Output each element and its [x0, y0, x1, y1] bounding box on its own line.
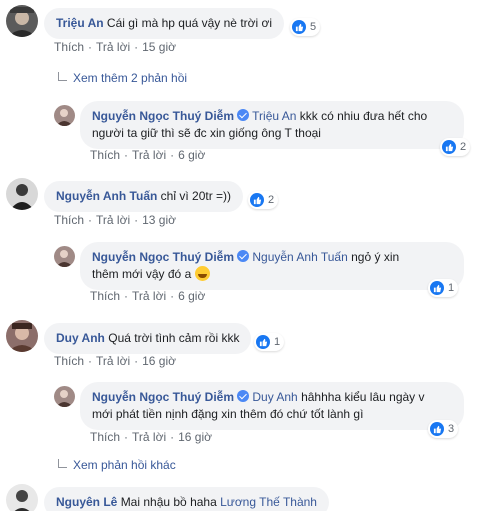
like-count: 3: [448, 423, 455, 435]
comment-actions: Thích · Trả lời · 13 giờ: [54, 213, 176, 227]
verified-badge-icon: [237, 250, 250, 262]
mention-link[interactable]: Duy Anh: [252, 390, 297, 404]
separator: ·: [134, 354, 139, 368]
comment-author[interactable]: Nguyễn Ngọc Thuý Diễm: [92, 109, 234, 123]
comment-text: thêm mới vậy đó a: [92, 267, 192, 281]
comment-bubble: Nguyễn Anh Tuấn chỉ vì 20tr =)): [44, 181, 244, 212]
avatar[interactable]: [6, 178, 38, 210]
comment-actions: Thích · Trả lời · 6 giờ: [90, 148, 205, 162]
mention-link[interactable]: Lương Thế Thành: [220, 495, 317, 509]
reaction-count[interactable]: 1: [254, 333, 285, 351]
avatar[interactable]: [6, 484, 38, 511]
thumbs-up-icon: [256, 335, 270, 349]
thumbs-up-icon: [250, 193, 264, 207]
separator: ·: [134, 40, 139, 54]
comment-text: hâhhha kiểu lâu ngày v: [301, 390, 425, 404]
timestamp[interactable]: 16 giờ: [142, 354, 176, 368]
reaction-count[interactable]: 5: [290, 18, 321, 36]
like-button[interactable]: Thích: [90, 289, 120, 303]
separator: ·: [88, 213, 93, 227]
avatar[interactable]: [6, 5, 38, 37]
like-button[interactable]: Thích: [54, 40, 84, 54]
like-count: 2: [460, 141, 467, 153]
avatar[interactable]: [54, 386, 75, 407]
timestamp[interactable]: 15 giờ: [142, 40, 176, 54]
comment-actions: Thích · Trả lời · 15 giờ: [54, 40, 176, 54]
comment-actions: Thích · Trả lời · 16 giờ: [54, 354, 176, 368]
mention-link[interactable]: Triệu An: [252, 109, 296, 123]
view-more-label: Xem phản hồi khác: [73, 458, 176, 472]
like-count: 1: [448, 282, 455, 294]
timestamp[interactable]: 6 giờ: [178, 289, 205, 303]
separator: ·: [124, 430, 129, 444]
like-button[interactable]: Thích: [54, 354, 84, 368]
view-more-replies[interactable]: Xem phản hồi khác: [58, 458, 176, 472]
like-count: 2: [268, 194, 275, 206]
avatar[interactable]: [6, 320, 38, 352]
mention-link[interactable]: Nguyễn Anh Tuấn: [252, 250, 347, 264]
grinning-face-icon: [194, 266, 210, 281]
thumbs-up-icon: [292, 20, 306, 34]
comment-author[interactable]: Nguyễn Ngọc Thuý Diễm: [92, 390, 234, 404]
reaction-count[interactable]: 1: [428, 279, 459, 297]
timestamp[interactable]: 16 giờ: [178, 430, 212, 444]
separator: ·: [88, 354, 93, 368]
comment-text: người ta giữ thì sẽ đc xin giống ông T t…: [92, 126, 321, 140]
thumbs-up-icon: [442, 140, 456, 154]
reply-arrow-icon: [58, 459, 67, 468]
comment-text: Mai nhậu bồ haha: [120, 495, 217, 509]
thumbs-up-icon: [430, 281, 444, 295]
comment-text: Cái gì mà hp quá vậy nè trời ơi: [106, 16, 273, 30]
separator: ·: [124, 289, 129, 303]
comment-text: chỉ vì 20tr =)): [160, 189, 232, 203]
comment-text: kkk có nhiu đưa hết cho: [299, 109, 428, 123]
reply-button[interactable]: Trả lời: [96, 40, 130, 54]
reaction-count[interactable]: 3: [428, 420, 459, 438]
comment-author[interactable]: Nguyễn Anh Tuấn: [56, 189, 157, 203]
comment-text: ngỏ ý xin: [351, 250, 400, 264]
like-button[interactable]: Thích: [54, 213, 84, 227]
comment-author[interactable]: Duy Anh: [56, 331, 105, 345]
reply-button[interactable]: Trả lời: [96, 213, 130, 227]
reply-button[interactable]: Trả lời: [132, 430, 166, 444]
reply-arrow-icon: [58, 72, 67, 81]
reply-bubble: Nguyễn Ngọc Thuý Diễm Duy Anh hâhhha kiể…: [80, 382, 464, 430]
like-button[interactable]: Thích: [90, 430, 120, 444]
reply-button[interactable]: Trả lời: [132, 148, 166, 162]
separator: ·: [88, 40, 93, 54]
avatar[interactable]: [54, 246, 75, 267]
verified-badge-icon: [237, 390, 250, 402]
reaction-count[interactable]: 2: [248, 191, 279, 209]
separator: ·: [124, 148, 129, 162]
like-button[interactable]: Thích: [90, 148, 120, 162]
like-count: 5: [310, 21, 317, 33]
reply-button[interactable]: Trả lời: [96, 354, 130, 368]
comment-bubble: Triệu An Cái gì mà hp quá vậy nè trời ơi: [44, 8, 285, 39]
view-more-replies[interactable]: Xem thêm 2 phản hồi: [58, 71, 187, 85]
comment-actions: Thích · Trả lời · 16 giờ: [90, 430, 212, 444]
separator: ·: [170, 148, 175, 162]
reply-button[interactable]: Trả lời: [132, 289, 166, 303]
comment-author[interactable]: Nguyên Lê: [56, 495, 117, 509]
comment-actions: Thích · Trả lời · 6 giờ: [90, 289, 205, 303]
thumbs-up-icon: [430, 422, 444, 436]
reply-bubble: Nguyễn Ngọc Thuý Diễm Triệu An kkk có nh…: [80, 101, 464, 149]
comment-bubble: Duy Anh Quá trời tình cảm rồi kkk: [44, 323, 252, 354]
comment-bubble: Nguyên Lê Mai nhậu bồ haha Lương Thế Thà…: [44, 487, 329, 511]
timestamp[interactable]: 6 giờ: [178, 148, 205, 162]
reply-bubble: Nguyễn Ngọc Thuý Diễm Nguyễn Anh Tuấn ng…: [80, 242, 464, 290]
timestamp[interactable]: 13 giờ: [142, 213, 176, 227]
avatar[interactable]: [54, 105, 75, 126]
comment-text: mới phát tiền nịnh đặng xin thêm đó chứ …: [92, 407, 364, 421]
separator: ·: [134, 213, 139, 227]
comment-text: Quá trời tình cảm rồi kkk: [108, 331, 240, 345]
verified-badge-icon: [237, 109, 250, 121]
view-more-label: Xem thêm 2 phản hồi: [73, 71, 188, 85]
like-count: 1: [274, 336, 281, 348]
separator: ·: [170, 289, 175, 303]
separator: ·: [170, 430, 175, 444]
comment-author[interactable]: Nguyễn Ngọc Thuý Diễm: [92, 250, 234, 264]
comment-author[interactable]: Triệu An: [56, 16, 104, 30]
reaction-count[interactable]: 2: [440, 138, 471, 156]
